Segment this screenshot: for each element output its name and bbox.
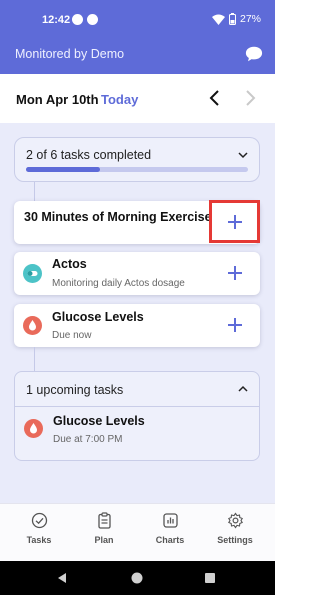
nav-label: Plan — [94, 535, 114, 545]
nav-charts[interactable]: Charts — [138, 512, 202, 545]
app-title: Monitored by Demo — [15, 47, 125, 61]
blood-drop-icon — [24, 419, 43, 438]
status-time: 12:42 — [42, 14, 71, 26]
check-circle-icon — [31, 512, 47, 529]
today-button[interactable]: Today — [101, 92, 138, 107]
chevron-left-icon[interactable] — [206, 88, 224, 108]
nav-label: Charts — [155, 535, 185, 545]
current-date: Mon Apr 10th — [16, 92, 99, 107]
task-subtitle: Due now — [52, 330, 92, 341]
progress-summary[interactable]: 2 of 6 tasks completed — [14, 137, 260, 182]
task-list-area: 2 of 6 tasks completed 30 Minutes of Mor… — [0, 123, 275, 503]
task-card[interactable]: Actos Monitoring daily Actos dosage — [14, 252, 260, 295]
task-title: Glucose Levels — [52, 310, 144, 324]
progress-label: 2 of 6 tasks completed — [26, 148, 152, 162]
blood-drop-icon — [23, 316, 42, 335]
recents-icon[interactable] — [204, 572, 216, 584]
chart-icon — [162, 513, 178, 528]
status-indicators: 27% — [211, 13, 261, 25]
upcoming-title: 1 upcoming tasks — [26, 383, 124, 397]
gear-icon — [227, 512, 243, 529]
add-icon[interactable] — [227, 317, 243, 333]
system-nav-bar — [0, 561, 275, 595]
date-bar: Mon Apr 10th Today — [0, 74, 275, 123]
chat-bubble-icon[interactable] — [245, 45, 263, 63]
task-subtitle: Monitoring daily Actos dosage — [52, 278, 185, 289]
notification-dot-icon — [72, 14, 83, 25]
nav-label: Settings — [217, 535, 253, 545]
nav-settings[interactable]: Settings — [203, 512, 267, 545]
clipboard-icon — [97, 512, 111, 529]
app-bar: Monitored by Demo — [0, 40, 275, 74]
battery-icon — [228, 13, 236, 25]
chevron-down-icon[interactable] — [237, 149, 249, 161]
divider — [15, 406, 259, 407]
progress-bar — [26, 167, 248, 172]
chevron-right-icon[interactable] — [241, 88, 259, 108]
notification-dot-icon — [87, 14, 98, 25]
task-title: Actos — [52, 257, 87, 271]
back-icon[interactable] — [56, 572, 68, 584]
nav-tasks[interactable]: Tasks — [7, 512, 71, 545]
upcoming-task-subtitle: Due at 7:00 PM — [53, 434, 123, 445]
progress-bar-fill — [26, 167, 100, 172]
status-bar: 12:42 27% — [0, 0, 275, 40]
nav-plan[interactable]: Plan — [72, 512, 136, 545]
chevron-up-icon[interactable] — [237, 383, 249, 395]
add-icon[interactable] — [227, 265, 243, 281]
nav-label: Tasks — [26, 535, 52, 545]
bottom-nav: Tasks Plan Charts Settings — [0, 503, 275, 561]
highlight-box — [209, 200, 260, 243]
timeline-connector — [34, 347, 35, 371]
pill-icon — [23, 264, 42, 283]
upcoming-task-title: Glucose Levels — [53, 414, 145, 428]
task-title: 30 Minutes of Morning Exercise — [24, 210, 212, 224]
battery-level: 27% — [239, 13, 261, 25]
wifi-icon — [211, 14, 225, 25]
upcoming-tasks-section[interactable]: 1 upcoming tasks Glucose Levels Due at 7… — [14, 371, 260, 461]
home-icon[interactable] — [131, 572, 143, 584]
task-card[interactable]: Glucose Levels Due now — [14, 304, 260, 347]
